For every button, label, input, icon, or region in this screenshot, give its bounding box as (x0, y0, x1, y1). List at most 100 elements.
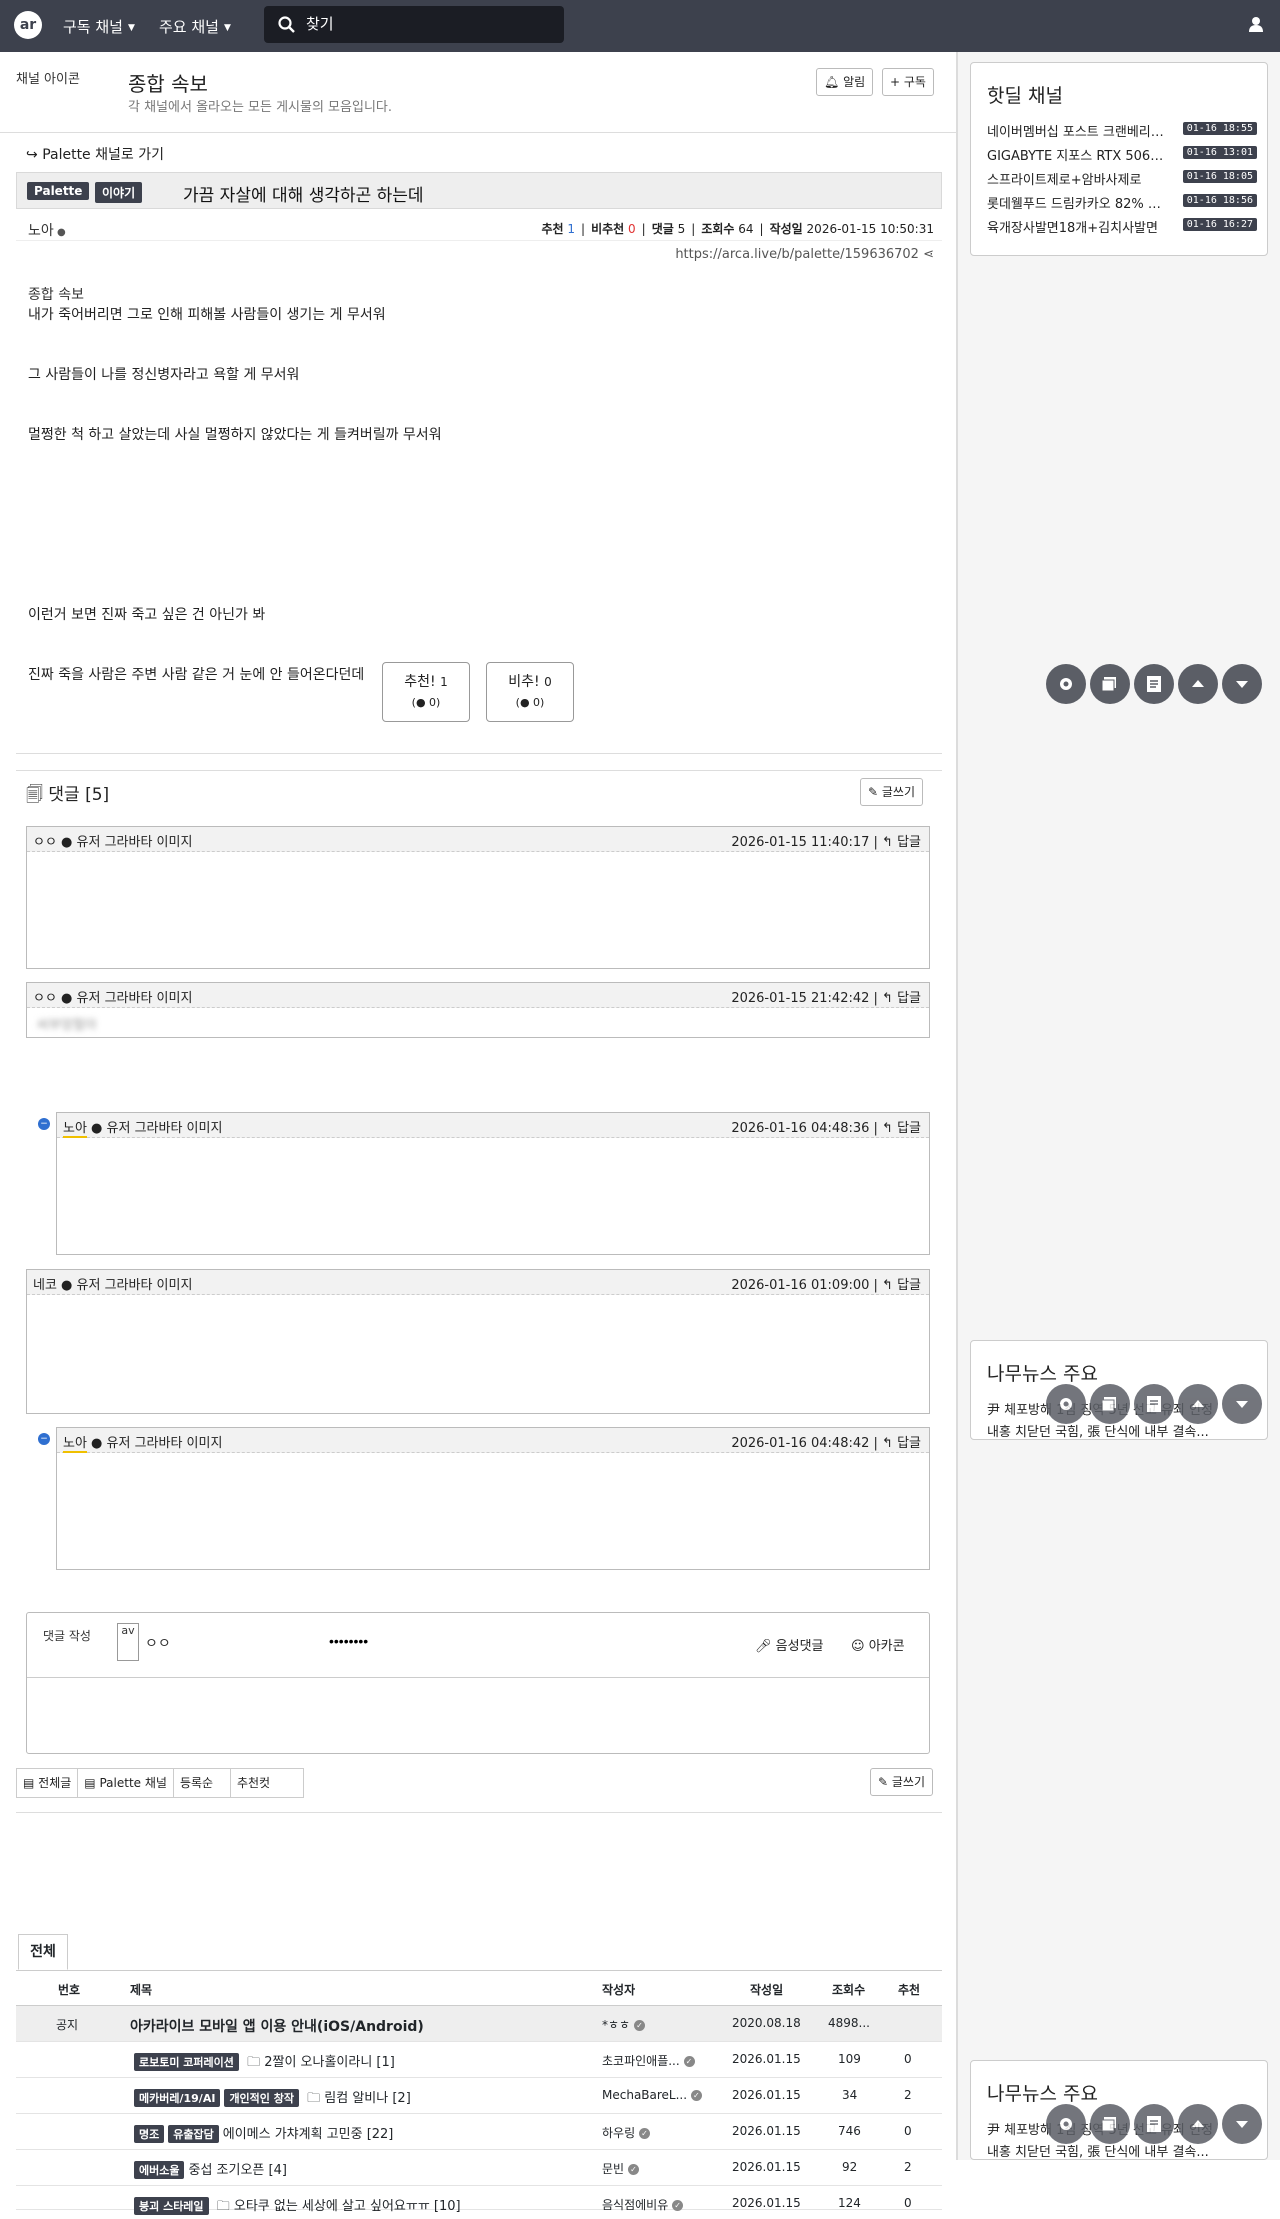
table-row[interactable]: 메카버레/19/AI 개인적인 창작 🗀 림컴 알비나 [2] MechaBare… (16, 2078, 942, 2114)
search-input[interactable] (304, 12, 554, 36)
major-channels-menu[interactable]: 주요 채널 ▼ (159, 16, 231, 37)
settings-button[interactable] (1046, 664, 1086, 704)
scroll-top-button[interactable] (1178, 664, 1218, 704)
chevron-down-icon (1236, 1401, 1248, 1408)
tab-channel[interactable]: ▤ Palette 채널 (77, 1768, 174, 1798)
row-title[interactable]: 로보토미 코퍼레이션 🗀 2짤이 오나홀이라니 [1] (134, 2051, 395, 2075)
comment-user[interactable]: 노아 ● 유저 그라바타 이미지 (63, 1432, 222, 1453)
news-title[interactable]: 나무뉴스 주요 (987, 2079, 1098, 2106)
settings-button[interactable] (1046, 2104, 1086, 2144)
reply-button[interactable]: ↰ 답글 (882, 1436, 921, 1451)
recommend-select[interactable]: 추천컷 (229, 1768, 304, 1798)
share-icon[interactable]: ⋖ (923, 247, 934, 262)
write-post-button[interactable]: ✎ 글쓰기 (870, 1768, 934, 1796)
news-title[interactable]: 나무뉴스 주요 (987, 1359, 1098, 1386)
category-badge[interactable]: 이야기 (95, 182, 143, 203)
hotdeal-item[interactable]: 육개장사발면18개+김치사발면 01-16 16:27 (987, 217, 1257, 236)
body-line: 내가 죽어버리면 그로 인해 피해볼 사람들이 생기는 게 무서워 (28, 307, 386, 323)
divider (0, 132, 956, 133)
scroll-bottom-button[interactable] (1222, 2104, 1262, 2144)
comment-user[interactable]: ㅇㅇ ● 유저 그라바타 이미지 (33, 831, 192, 850)
row-author[interactable]: *ㅎㅎ ✓ (602, 2016, 645, 2033)
sidebar: 핫딜 채널 네이버멤버십 포스트 크랜베리 쥬스 01-16 18:55 GIGA… (958, 52, 1280, 2160)
row-tag: 명조 (134, 2125, 165, 2143)
post-author[interactable]: 노아 ● (28, 220, 66, 240)
alarm-button[interactable]: 🔔︎ 알림 (816, 68, 874, 96)
list-jump-button[interactable] (1134, 2104, 1174, 2144)
row-author[interactable]: 초코파인애플... ✓ (602, 2052, 695, 2069)
table-row[interactable]: 명조 유출잡담 에이메스 가챠계획 고민중 [22] 하우링 ✓ 2026.01.1… (16, 2114, 942, 2150)
comments-jump-button[interactable] (1090, 1384, 1130, 1424)
hotdeal-item[interactable]: 스프라이트제로+암바사제로 01-16 18:05 (987, 169, 1257, 188)
password-field[interactable] (327, 1627, 447, 1655)
subscribe-button[interactable]: + 구독 (882, 68, 934, 96)
comment-user[interactable]: 노아 ● 유저 그라바타 이미지 (63, 1117, 222, 1138)
search-icon[interactable] (278, 16, 295, 33)
user-icon[interactable] (1248, 16, 1264, 32)
channel-badge[interactable]: Palette (27, 182, 90, 200)
row-author[interactable]: 하우링 ✓ (602, 2124, 650, 2141)
hotdeal-date: 01-16 18:55 (1182, 122, 1257, 135)
row-title[interactable]: 메카버레/19/AI 개인적인 창작 🗀 림컴 알비나 [2] (134, 2087, 411, 2111)
post-url[interactable]: https://arca.live/b/palette/159636702 ⋖ (675, 247, 934, 262)
scroll-top-button[interactable] (1178, 2104, 1218, 2144)
comment-user[interactable]: ㅇㅇ ● 유저 그라바타 이미지 (33, 987, 192, 1006)
upvote-button[interactable]: 추천! 1 (● 0) (382, 662, 470, 722)
comment-form-label: 댓글 작성 (43, 1629, 91, 1643)
reply-button[interactable]: ↰ 답글 (882, 991, 921, 1006)
row-votes: 2 (904, 2160, 912, 2174)
sort-select[interactable]: 등록순 (172, 1768, 231, 1798)
row-author[interactable]: 문빈 ✓ (602, 2160, 639, 2177)
reply-label: 답글 (897, 1278, 921, 1293)
reply-button[interactable]: ↰ 답글 (882, 835, 921, 850)
row-author[interactable]: MechaBareL... ✓ (602, 2088, 702, 2102)
divider (16, 240, 942, 241)
nickname: ㅇㅇ (145, 1636, 171, 1652)
settings-button[interactable] (1046, 1384, 1086, 1424)
row-tag: 개인적인 창작 (224, 2089, 299, 2107)
write-comment-button[interactable]: ✎ 글쓰기 (860, 778, 924, 806)
comment-user[interactable]: 네코 ● 유저 그라바타 이미지 (33, 1274, 192, 1293)
gear-icon (1060, 678, 1072, 690)
hotdeal-item[interactable]: 네이버멤버십 포스트 크랜베리 쥬스 01-16 18:55 (987, 121, 1257, 140)
comment-textarea[interactable] (33, 1683, 923, 1747)
comments-header: 🗐︎ 댓글 [5] (26, 780, 109, 811)
back-to-channel-link[interactable]: ↪ Palette 채널로 가기 (26, 144, 164, 164)
scroll-top-button[interactable] (1178, 1384, 1218, 1424)
hotdeal-text: 롯데웰푸드 드림카카오 82% 기획 (987, 197, 1167, 212)
tab-all-posts[interactable]: ▤ 전체글 (16, 1768, 79, 1798)
top-navbar: ar 구독 채널 ▼ 주요 채널 ▼ (0, 0, 1280, 52)
table-row[interactable]: 공지 아카라이브 모바일 앱 이용 안내(iOS/Android) *ㅎㅎ ✓ … (16, 2006, 942, 2042)
row-title[interactable]: 명조 유출잡담 에이메스 가챠계획 고민중 [22] (134, 2123, 393, 2143)
table-row[interactable]: 로보토미 코퍼레이션 🗀 2짤이 오나홀이라니 [1] 초코파인애플... ✓ … (16, 2042, 942, 2078)
upvote-count: 1 (567, 222, 576, 236)
hotdeal-item[interactable]: 롯데웰푸드 드림카카오 82% 기획 01-16 18:56 (987, 193, 1257, 212)
site-logo-icon[interactable]: ar (14, 11, 42, 39)
hotdeal-title[interactable]: 핫딜 채널 (987, 81, 1063, 108)
row-title[interactable]: 붕괴 스타레일 🗀 오타쿠 없는 세상에 살고 싶어요ㅠㅠ [10] (134, 2195, 461, 2219)
arcacon-button[interactable]: ☺ 아카콘 (851, 1635, 905, 1654)
subscribed-channels-menu[interactable]: 구독 채널 ▼ (63, 16, 135, 37)
scroll-bottom-button[interactable] (1222, 1384, 1262, 1424)
list-jump-button[interactable] (1134, 664, 1174, 704)
row-views: 746 (838, 2124, 861, 2138)
write-post-label: 글쓰기 (891, 1775, 926, 1789)
reply-button[interactable]: ↰ 답글 (882, 1121, 921, 1136)
comments-jump-button[interactable] (1090, 2104, 1130, 2144)
bell-icon: 🔔︎ (824, 75, 840, 89)
list-jump-button[interactable] (1134, 1384, 1174, 1424)
reply-button[interactable]: ↰ 답글 (882, 1278, 921, 1293)
tab-all[interactable]: 전체 (18, 1934, 68, 1970)
row-votes: 0 (904, 2196, 912, 2210)
scroll-bottom-button[interactable] (1222, 664, 1262, 704)
row-title[interactable]: 아카라이브 모바일 앱 이용 안내(iOS/Android) (130, 2016, 424, 2036)
row-author[interactable]: 음식점에비유 ✓ (602, 2196, 684, 2213)
hotdeal-date: 01-16 13:01 (1182, 146, 1257, 159)
comments-jump-button[interactable] (1090, 664, 1130, 704)
table-row[interactable]: 붕괴 스타레일 🗀 오타쿠 없는 세상에 살고 싶어요ㅠㅠ [10] 음식점에비… (16, 2186, 942, 2215)
hotdeal-item[interactable]: GIGABYTE 지포스 RTX 5060 Ti 01-16 13:01 (987, 145, 1257, 164)
downvote-button[interactable]: 비추! 0 (● 0) (486, 662, 574, 722)
row-title[interactable]: 에버소울 중섭 조기오픈 [4] (134, 2159, 287, 2179)
table-row[interactable]: 에버소울 중섭 조기오픈 [4] 문빈 ✓ 2026.01.15 92 2 (16, 2150, 942, 2186)
voice-comment-button[interactable]: 🎤︎ 음성댓글 (755, 1635, 824, 1654)
